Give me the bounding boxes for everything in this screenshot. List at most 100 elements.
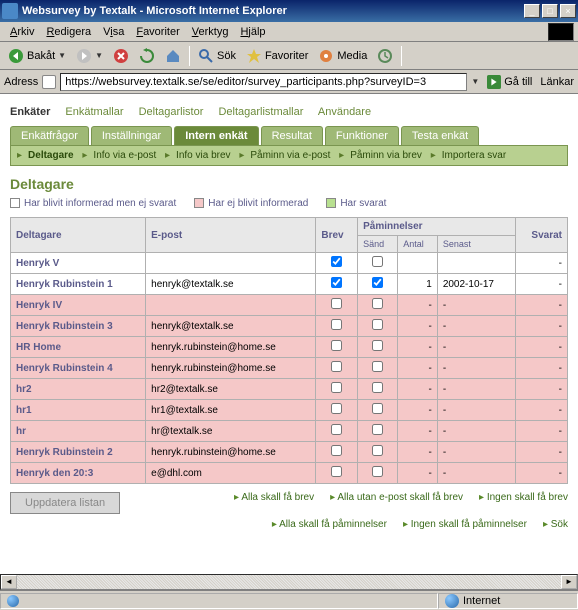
back-button[interactable]: Bakåt ▼: [4, 46, 70, 66]
sand-checkbox[interactable]: [372, 466, 383, 477]
th-paminnelser[interactable]: Påminnelser: [358, 218, 516, 236]
brev-checkbox[interactable]: [331, 445, 342, 456]
sand-checkbox[interactable]: [372, 319, 383, 330]
brev-checkbox[interactable]: [331, 466, 342, 477]
arrow-icon: ▸: [239, 150, 244, 161]
menu-hjalp[interactable]: Hjälp: [234, 24, 271, 40]
table-row[interactable]: hr2hr2@textalk.se---: [11, 379, 568, 400]
forward-button[interactable]: ▼: [72, 46, 107, 66]
menu-verktyg[interactable]: Verktyg: [186, 24, 235, 40]
back-label: Bakåt: [27, 50, 55, 62]
sand-checkbox[interactable]: [372, 340, 383, 351]
sand-checkbox[interactable]: [372, 298, 383, 309]
th-epost[interactable]: E-post: [146, 218, 316, 253]
tab-resultat[interactable]: Resultat: [261, 126, 323, 145]
brev-checkbox[interactable]: [331, 361, 342, 372]
go-button[interactable]: Gå till: [483, 73, 536, 91]
sand-checkbox[interactable]: [372, 445, 383, 456]
tab-enkatfragor[interactable]: Enkätfrågor: [10, 126, 89, 145]
menu-favoriter[interactable]: Favoriter: [130, 24, 185, 40]
scroll-track[interactable]: [17, 575, 561, 589]
table-row[interactable]: Henryk IV---: [11, 295, 568, 316]
sand-checkbox[interactable]: [372, 256, 383, 267]
sub-info-epost[interactable]: Info via e-post: [93, 150, 156, 161]
search-button[interactable]: Sök: [194, 46, 240, 66]
scroll-right-button[interactable]: ►: [561, 575, 577, 589]
table-row[interactable]: hr1hr1@textalk.se---: [11, 400, 568, 421]
refresh-button[interactable]: [135, 46, 159, 66]
sub-deltagare[interactable]: Deltagare: [28, 150, 74, 161]
th-antal[interactable]: Antal: [398, 236, 438, 253]
minimize-button[interactable]: _: [524, 4, 540, 18]
th-deltagare[interactable]: Deltagare: [11, 218, 146, 253]
tab-testa[interactable]: Testa enkät: [401, 126, 479, 145]
table-row[interactable]: Henryk den 20:3e@dhl.com---: [11, 463, 568, 484]
tab-intern[interactable]: Intern enkät: [174, 126, 258, 145]
brev-checkbox[interactable]: [331, 256, 342, 267]
tab-funktioner[interactable]: Funktioner: [325, 126, 399, 145]
menu-arkiv[interactable]: Arkiv: [4, 24, 40, 40]
th-svarat[interactable]: Svarat: [515, 218, 567, 253]
address-input[interactable]: [60, 73, 467, 91]
page-icon: [42, 75, 56, 89]
home-button[interactable]: [161, 46, 185, 66]
brev-checkbox[interactable]: [331, 298, 342, 309]
brev-checkbox[interactable]: [331, 403, 342, 414]
table-row[interactable]: Henryk Rubinstein 4henryk.rubinstein@hom…: [11, 358, 568, 379]
sand-checkbox[interactable]: [372, 361, 383, 372]
window-buttons: _ □ ×: [524, 4, 576, 18]
favorites-button[interactable]: Favoriter: [242, 46, 312, 66]
link-ingen-paminn[interactable]: ▸ Ingen skall få påminnelser: [403, 519, 527, 530]
link-alla-utan-epost[interactable]: ▸ Alla utan e-post skall få brev: [330, 492, 463, 503]
forward-dropdown-icon[interactable]: ▼: [95, 51, 103, 60]
nav-enkatmallar[interactable]: Enkätmallar: [65, 106, 123, 118]
cell-name: Henryk IV: [11, 295, 146, 316]
nav-deltagarlistmallar[interactable]: Deltagarlistmallar: [218, 106, 303, 118]
sub-info-brev[interactable]: Info via brev: [176, 150, 230, 161]
sand-checkbox[interactable]: [372, 424, 383, 435]
link-ingen-brev[interactable]: ▸ Ingen skall få brev: [479, 492, 568, 503]
scroll-left-button[interactable]: ◄: [1, 575, 17, 589]
maximize-button[interactable]: □: [542, 4, 558, 18]
sub-paminn-brev[interactable]: Påminn via brev: [350, 150, 422, 161]
brev-checkbox[interactable]: [331, 382, 342, 393]
table-row[interactable]: HR Homehenryk.rubinstein@home.se---: [11, 337, 568, 358]
table-row[interactable]: Henryk Rubinstein 2henryk.rubinstein@hom…: [11, 442, 568, 463]
nav-anvandare[interactable]: Användare: [318, 106, 371, 118]
close-button[interactable]: ×: [560, 4, 576, 18]
sand-checkbox[interactable]: [372, 403, 383, 414]
media-button[interactable]: Media: [314, 46, 371, 66]
address-dropdown-icon[interactable]: ▼: [471, 77, 479, 86]
horizontal-scrollbar[interactable]: ◄ ►: [0, 574, 578, 590]
table-row[interactable]: Henryk Rubinstein 1henryk@textalk.se1200…: [11, 274, 568, 295]
cell-name: HR Home: [11, 337, 146, 358]
th-brev[interactable]: Brev: [316, 218, 358, 253]
sub-paminn-epost[interactable]: Påminn via e-post: [250, 150, 330, 161]
sand-checkbox[interactable]: [372, 277, 383, 288]
tab-installningar[interactable]: Inställningar: [91, 126, 172, 145]
sub-importera[interactable]: Importera svar: [442, 150, 506, 161]
th-senast[interactable]: Senast: [437, 236, 515, 253]
stop-button[interactable]: [109, 46, 133, 66]
links-label[interactable]: Länkar: [540, 76, 574, 88]
back-dropdown-icon[interactable]: ▼: [58, 51, 66, 60]
update-list-button[interactable]: Uppdatera listan: [10, 492, 120, 514]
brev-checkbox[interactable]: [331, 319, 342, 330]
table-row[interactable]: hrhr@textalk.se---: [11, 421, 568, 442]
table-row[interactable]: Henryk Rubinstein 3henryk@textalk.se---: [11, 316, 568, 337]
menu-redigera[interactable]: Redigera: [40, 24, 97, 40]
history-button[interactable]: [373, 46, 397, 66]
menu-visa[interactable]: Visa: [97, 24, 130, 40]
brev-checkbox[interactable]: [331, 277, 342, 288]
nav-enkater[interactable]: Enkäter: [10, 106, 50, 118]
link-alla-paminn[interactable]: ▸ Alla skall få påminnelser: [272, 519, 387, 530]
sand-checkbox[interactable]: [372, 382, 383, 393]
link-alla-brev[interactable]: ▸ Alla skall få brev: [234, 492, 314, 503]
cell-svarat: -: [515, 358, 567, 379]
table-row[interactable]: Henryk V-: [11, 253, 568, 274]
nav-deltagarlistor[interactable]: Deltagarlistor: [139, 106, 204, 118]
link-sok[interactable]: ▸ Sök: [543, 519, 568, 530]
brev-checkbox[interactable]: [331, 340, 342, 351]
th-sand[interactable]: Sänd: [358, 236, 398, 253]
brev-checkbox[interactable]: [331, 424, 342, 435]
